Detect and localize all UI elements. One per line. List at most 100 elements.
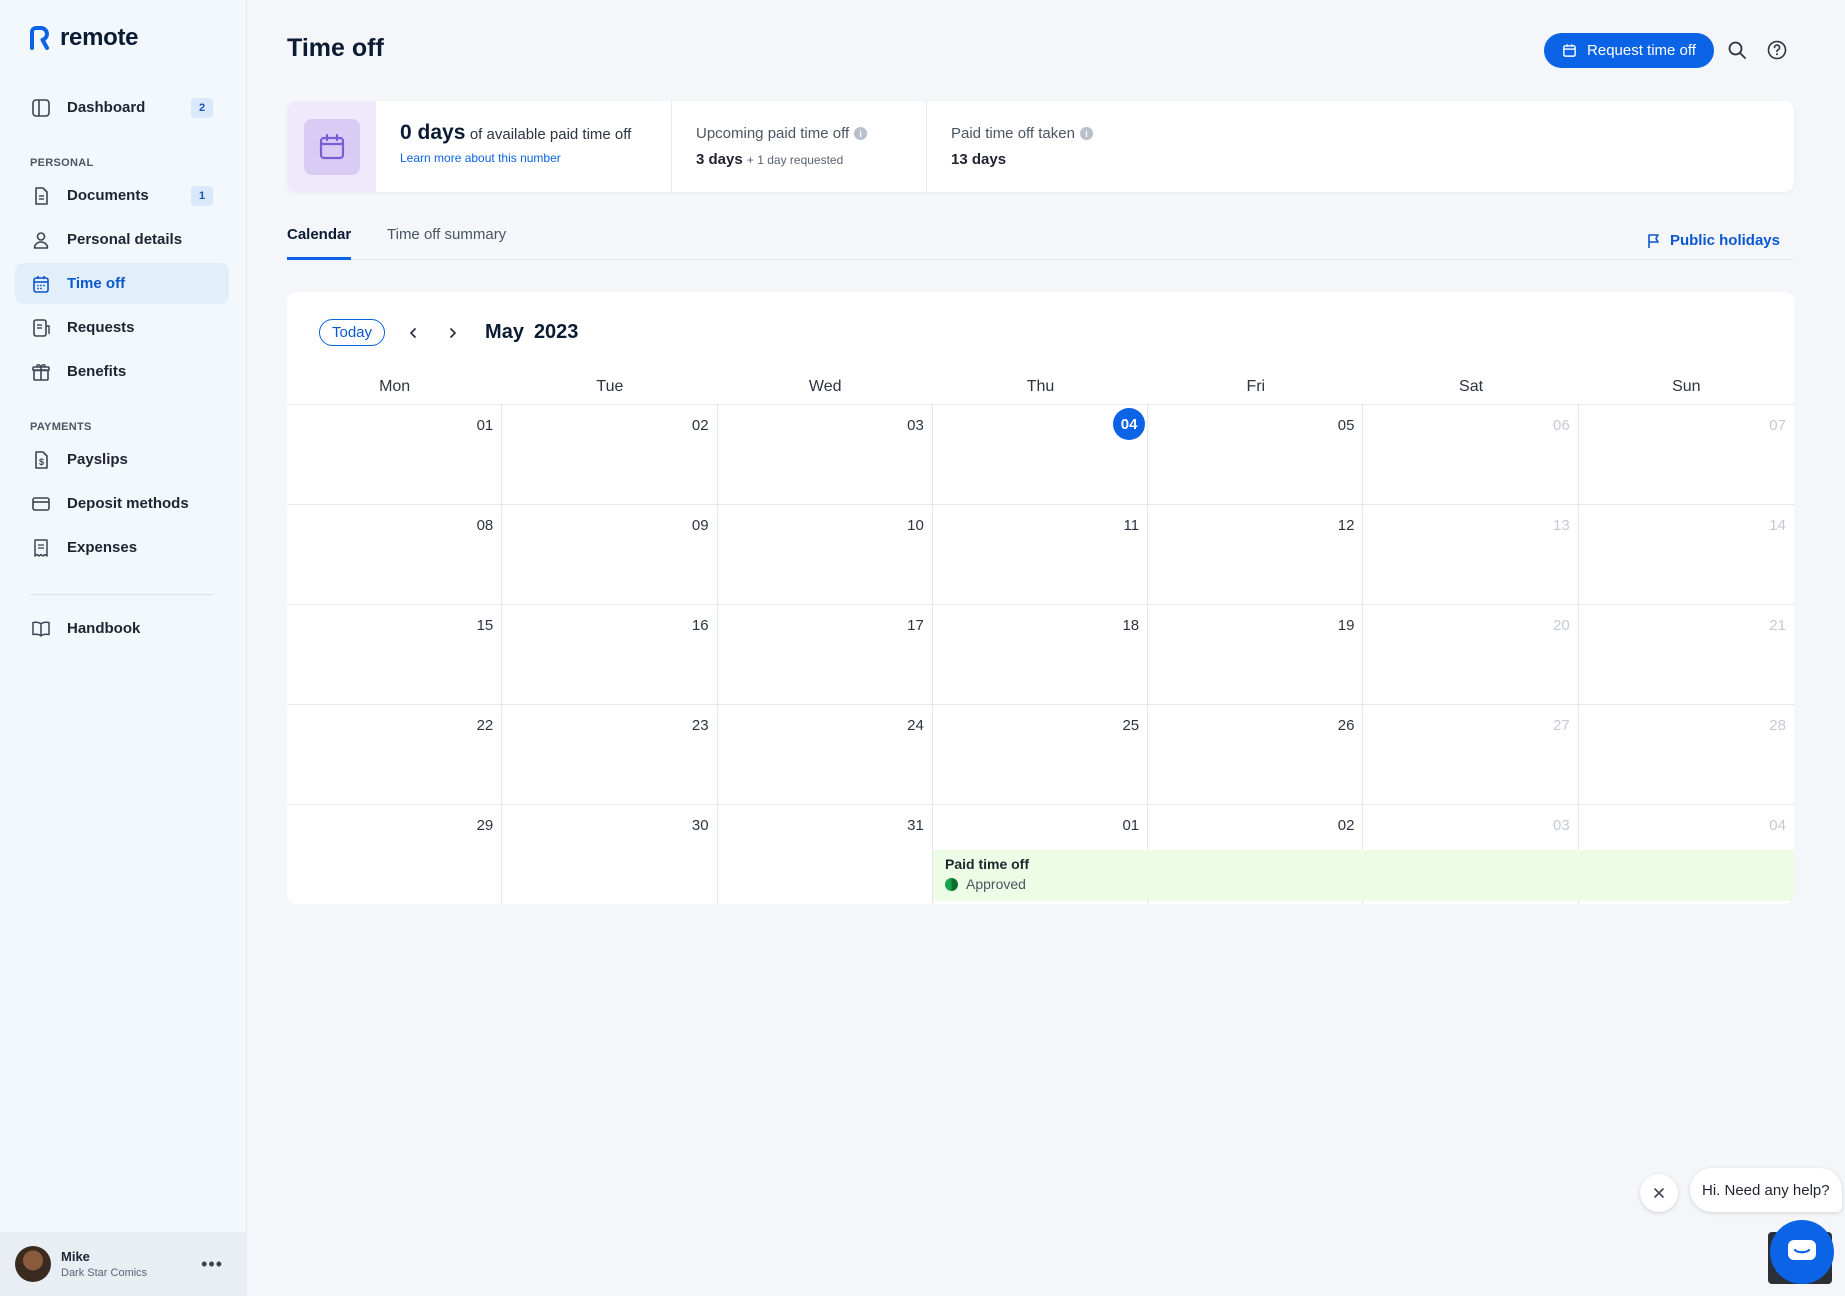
sidebar-item-label: Payslips — [67, 451, 128, 468]
sidebar-item-personal-details[interactable]: Personal details — [15, 219, 229, 260]
calendar-day-cell[interactable]: 27 — [1363, 704, 1579, 804]
calendar-day-cell[interactable]: 17 — [717, 604, 933, 704]
public-holidays-link[interactable]: Public holidays — [1646, 232, 1780, 249]
calendar-day-cell[interactable]: 13 — [1363, 504, 1579, 604]
calendar-day-cell[interactable]: 28 — [1578, 704, 1794, 804]
calendar-day-cell[interactable]: 15 — [287, 604, 503, 704]
remote-logo-icon — [30, 26, 49, 50]
today-button[interactable]: Today — [319, 319, 386, 346]
calendar-day-cell[interactable]: 08 — [287, 504, 503, 604]
info-icon[interactable]: i — [1079, 127, 1093, 140]
calendar-day-number: 06 — [1553, 417, 1570, 434]
sidebar-item-documents[interactable]: Documents 1 — [15, 175, 229, 216]
upcoming-time-off: Upcoming paid time off i 3 days + 1 day … — [672, 101, 927, 192]
calendar-day-cell[interactable]: 25 — [932, 704, 1149, 804]
tab-calendar[interactable]: Calendar — [287, 226, 352, 260]
close-icon[interactable] — [1640, 1174, 1678, 1212]
calendar-day-cell[interactable]: 10 — [717, 504, 933, 604]
sidebar-item-time-off[interactable]: Time off — [15, 263, 229, 304]
calendar-day-cell[interactable]: 22 — [287, 704, 503, 804]
calendar-day-cell[interactable]: 20 — [1363, 604, 1579, 704]
calendar-day-cell[interactable]: 14 — [1578, 504, 1794, 604]
calendar-day-cell[interactable]: 18 — [932, 604, 1149, 704]
info-icon[interactable]: i — [854, 127, 868, 140]
receipt-icon — [31, 538, 51, 558]
learn-more-link[interactable]: Learn more about this number — [400, 151, 671, 165]
requests-icon — [31, 318, 51, 338]
sidebar-item-label: Time off — [67, 275, 126, 292]
public-holidays-label: Public holidays — [1669, 232, 1780, 249]
calendar-day-cell[interactable]: 30 — [502, 804, 718, 904]
calendar-year: 2023 — [533, 321, 579, 343]
sidebar-item-expenses[interactable]: Expenses — [15, 527, 229, 568]
sidebar-item-dashboard[interactable]: Dashboard 2 — [15, 87, 229, 128]
calendar-day-cell[interactable]: 29 — [287, 804, 503, 904]
calendar-month: May — [485, 321, 524, 343]
calendar-day-number: 31 — [907, 817, 924, 834]
calendar-day-number: 04 — [1113, 408, 1146, 440]
weekday-label: Sat — [1459, 378, 1484, 395]
weekday-label: Tue — [596, 378, 624, 395]
taken-label: Paid time off taken — [951, 125, 1075, 142]
calendar-day-cell[interactable]: 16 — [502, 604, 718, 704]
calendar-day-cell[interactable]: 02 — [502, 404, 718, 504]
chat-icon[interactable] — [1770, 1220, 1834, 1284]
chevron-right-icon[interactable] — [441, 321, 465, 345]
weekday-label: Mon — [379, 378, 411, 395]
time-off-taken: Paid time off taken i 13 days — [927, 101, 1227, 192]
user-profile[interactable]: Mike Dark Star Comics ••• — [0, 1232, 247, 1296]
calendar-day-cell[interactable]: 19 — [1148, 604, 1364, 704]
calendar-day-cell[interactable]: 21 — [1578, 604, 1794, 704]
calendar-day-cell[interactable]: 23 — [502, 704, 718, 804]
user-company: Dark Star Comics — [61, 1267, 148, 1279]
calendar-day-number: 22 — [476, 717, 494, 734]
sidebar: remote Dashboard 2 PERSONAL Documents 1 … — [0, 0, 247, 1296]
sidebar-item-deposit-methods[interactable]: Deposit methods — [15, 483, 229, 524]
taken-value: 13 days — [951, 151, 1007, 168]
more-options-icon[interactable]: ••• — [201, 1254, 223, 1275]
calendar-day-cell[interactable]: 01 — [287, 404, 503, 504]
calendar-day-cell[interactable]: 26 — [1148, 704, 1364, 804]
svg-text:$: $ — [39, 457, 44, 467]
available-days-value: 0 days — [400, 121, 466, 144]
calendar-day-cell[interactable]: 07 — [1578, 404, 1794, 504]
sidebar-item-label: Expenses — [67, 539, 138, 556]
calendar-day-cell[interactable]: 24 — [717, 704, 933, 804]
sidebar-item-payslips[interactable]: $ Payslips — [15, 439, 229, 480]
calendar-day-number: 09 — [691, 517, 709, 534]
tab-time-off-summary[interactable]: Time off summary — [387, 226, 506, 257]
search-icon[interactable] — [1725, 38, 1749, 62]
calendar-day-number: 20 — [1553, 617, 1570, 634]
event-status-label: Approved — [966, 876, 1026, 892]
sidebar-item-handbook[interactable]: Handbook — [15, 608, 229, 649]
calendar-day-cell[interactable]: 03 — [717, 404, 933, 504]
sidebar-item-label: Handbook — [67, 620, 141, 637]
available-days-suffix: of available paid time off — [469, 126, 632, 143]
calendar-day-cell[interactable]: 06 — [1363, 404, 1579, 504]
calendar-day-cell[interactable]: 05 — [1148, 404, 1364, 504]
calendar-day-cell[interactable]: 04 — [932, 404, 1149, 504]
user-name: Mike — [61, 1249, 90, 1264]
calendar-icon — [303, 118, 360, 175]
sidebar-section-personal: PERSONAL — [30, 157, 94, 169]
calendar-day-number: 01 — [476, 417, 494, 434]
sidebar-item-benefits[interactable]: Benefits — [15, 351, 229, 392]
calendar-day-cell[interactable]: 09 — [502, 504, 718, 604]
help-message-bubble[interactable]: Hi. Need any help? — [1690, 1168, 1842, 1212]
calendar-day-cell[interactable]: 11 — [932, 504, 1149, 604]
sidebar-item-label: Deposit methods — [67, 495, 189, 512]
calendar-day-cell[interactable]: 12 — [1148, 504, 1364, 604]
request-time-off-button[interactable]: Request time off — [1544, 33, 1714, 68]
calendar-day-number: 16 — [691, 617, 709, 634]
calendar-day-number: 01 — [1122, 817, 1140, 834]
time-off-event[interactable]: Paid time off Approved — [933, 850, 1794, 901]
help-icon[interactable] — [1765, 38, 1789, 62]
chevron-left-icon[interactable] — [401, 321, 425, 345]
calendar-icon — [31, 274, 51, 294]
summary-icon-box — [287, 101, 376, 192]
brand-logo[interactable]: remote — [28, 24, 139, 52]
weekday-header: Mon Tue Wed Thu Fri Sat Sun — [287, 378, 1794, 396]
sidebar-item-requests[interactable]: Requests — [15, 307, 229, 348]
calendar-day-cell[interactable]: 31 — [717, 804, 933, 904]
calendar-day-number: 13 — [1553, 517, 1570, 534]
